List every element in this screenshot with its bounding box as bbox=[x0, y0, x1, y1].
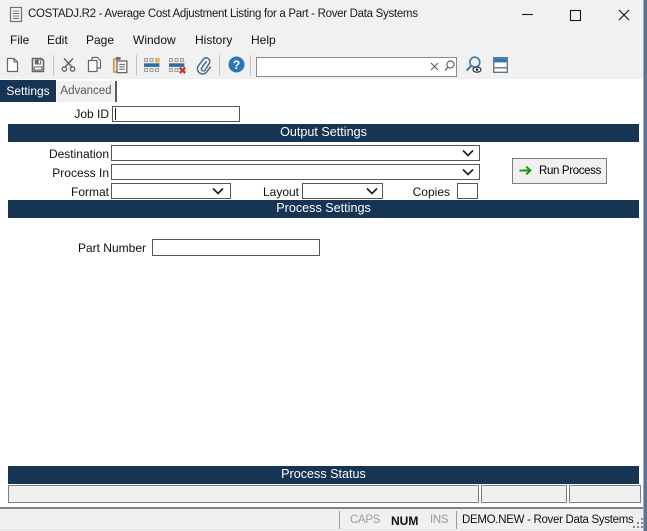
svg-text:?: ? bbox=[233, 58, 240, 72]
